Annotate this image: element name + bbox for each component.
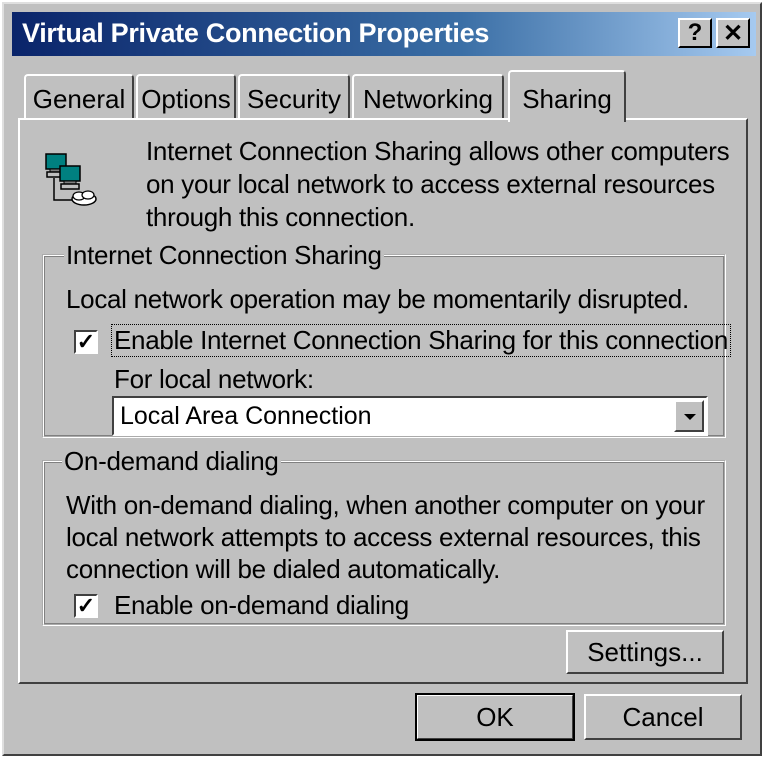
intro-text-line: on your local network to access external… [146, 169, 715, 199]
close-button[interactable]: ✕ [716, 18, 750, 48]
help-button[interactable]: ? [678, 18, 712, 48]
network-connection-icon [44, 150, 100, 210]
local-network-dropdown[interactable]: Local Area Connection [112, 396, 708, 436]
properties-dialog: Virtual Private Connection Properties ? … [2, 2, 762, 756]
intro-text-line: through this connection. [146, 202, 415, 232]
ics-group-legend: Internet Connection Sharing [64, 240, 384, 271]
intro-text-line: Internet Connection Sharing allows other… [146, 136, 730, 166]
tab-security[interactable]: Security [238, 74, 350, 118]
ok-button[interactable]: OK [415, 693, 575, 741]
cancel-button[interactable]: Cancel [584, 694, 742, 740]
settings-button[interactable]: Settings... [566, 630, 724, 674]
enable-ondemand-checkbox[interactable]: ✓ [74, 594, 98, 618]
ondemand-group-legend: On-demand dialing [62, 446, 281, 477]
local-network-label: For local network: [114, 364, 314, 394]
ondemand-text-line: With on-demand dialing, when another com… [66, 490, 705, 520]
enable-ics-checkbox[interactable]: ✓ [74, 330, 98, 354]
tab-general[interactable]: General [24, 74, 134, 118]
enable-ondemand-label[interactable]: Enable on-demand dialing [114, 590, 409, 621]
title-bar[interactable]: Virtual Private Connection Properties ? … [12, 12, 756, 56]
ondemand-text-line: connection will be dialed automatically. [66, 554, 501, 584]
window-title: Virtual Private Connection Properties [22, 18, 490, 48]
sharing-panel: Internet Connection Sharing allows other… [18, 118, 748, 684]
enable-ics-label[interactable]: Enable Internet Connection Sharing for t… [111, 324, 731, 357]
tab-sharing[interactable]: Sharing [508, 70, 626, 122]
local-network-value: Local Area Connection [120, 402, 372, 430]
ondemand-text-line: local network attempts to access externa… [66, 522, 701, 552]
tab-networking[interactable]: Networking [352, 74, 504, 118]
ics-note: Local network operation may be momentari… [66, 284, 689, 314]
dropdown-arrow-icon[interactable] [674, 400, 704, 432]
tab-options[interactable]: Options [136, 74, 236, 118]
